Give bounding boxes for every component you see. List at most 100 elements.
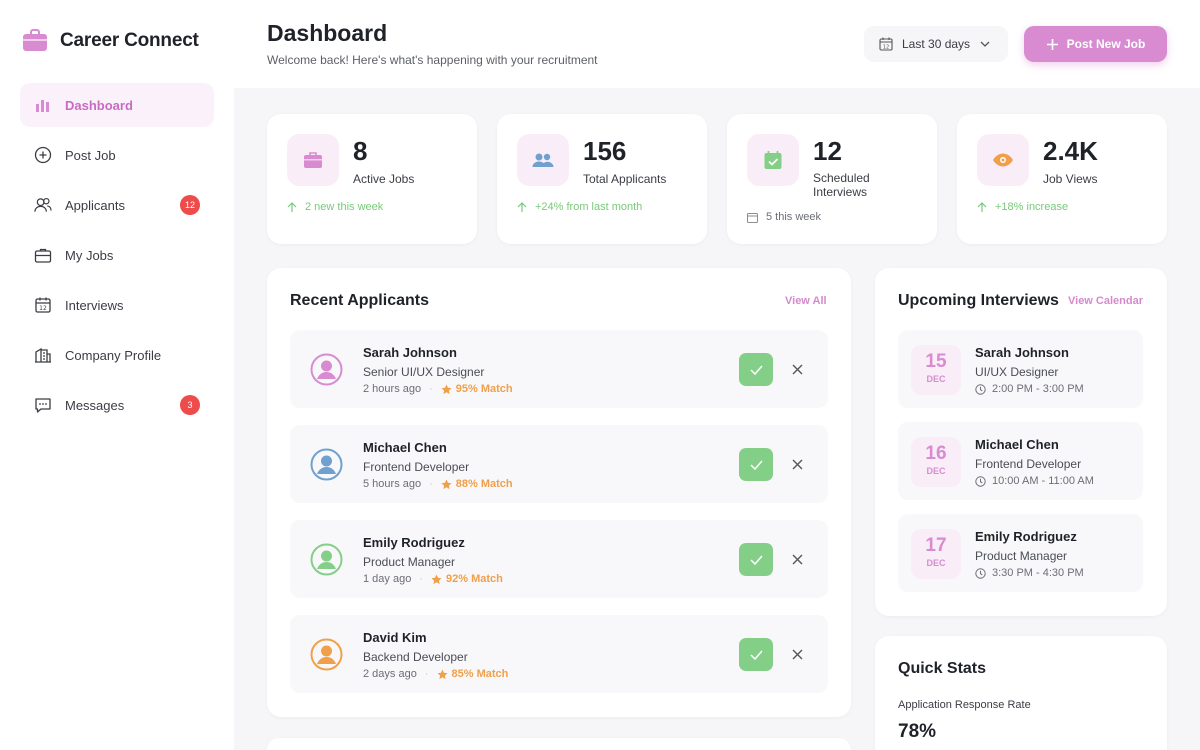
match-score: 95% Match [455,383,513,395]
applicant-name: David Kim [363,630,427,645]
applicant-row[interactable]: Michael Chen Frontend Developer 5 hours … [290,425,828,503]
interview-name: Emily Rodriguez [975,529,1077,544]
svg-text:12: 12 [883,45,889,51]
sidebar-item-label: My Jobs [65,247,114,263]
applicant-row[interactable]: Sarah Johnson Senior UI/UX Designer 2 ho… [290,330,828,408]
response-rate-label: Application Response Rate [898,699,1031,711]
check-icon [749,650,763,660]
interview-role: Product Manager [975,549,1068,563]
separator-dot: · [424,668,429,680]
messages-count-badge: 3 [180,395,200,415]
post-new-job-label: Post New Job [1066,37,1146,51]
arrow-up-icon [287,201,297,213]
interview-time-text: 10:00 AM - 11:00 AM [992,475,1094,487]
separator-dot: · [419,573,423,585]
applicant-role: Backend Developer [363,650,468,664]
quick-stats-panel: Quick Stats Application Response Rate 78… [875,636,1167,750]
sidebar-item-interviews[interactable]: 12 Interviews [20,283,214,327]
user-avatar-icon [310,353,343,386]
interview-month: DEC [926,374,946,384]
stat-value: 2.4K [1043,136,1098,166]
reject-button[interactable] [788,645,806,663]
sidebar-item-dashboard[interactable]: Dashboard [20,83,214,127]
reject-button[interactable] [788,550,806,568]
interview-time-text: 2:00 PM - 3:00 PM [992,383,1084,395]
stat-card-job-views[interactable]: 2.4K Job Views +18% increase [957,114,1167,244]
plus-icon [1046,38,1059,51]
stat-label: Total Applicants [583,172,667,186]
sidebar-item-post-job[interactable]: Post Job [20,133,214,177]
match-score: 92% Match [446,573,503,585]
close-icon [792,364,802,374]
applicant-meta: 2 hours ago · 95% Match [363,383,513,395]
accept-button[interactable] [739,638,773,671]
star-icon [441,479,452,489]
calendar-check-icon [747,134,799,186]
reject-button[interactable] [788,455,806,473]
applicant-row[interactable]: Emily Rodriguez Product Manager 1 day ag… [290,520,828,598]
stat-label: Job Views [1043,172,1098,186]
brand[interactable]: Career Connect [22,28,199,54]
interview-time-text: 3:30 PM - 4:30 PM [992,567,1084,579]
date-range-dropdown[interactable]: 12 Last 30 days [864,26,1008,62]
interview-time: 10:00 AM - 11:00 AM [975,475,1094,487]
view-calendar-link[interactable]: View Calendar [1068,295,1143,307]
interview-month: DEC [926,558,946,568]
stat-trend: +18% increase [977,201,1068,213]
accept-button[interactable] [739,543,773,576]
stat-label: Scheduled Interviews [813,171,870,199]
applicant-name: Michael Chen [363,440,447,455]
sidebar-item-company-profile[interactable]: Company Profile [20,333,214,377]
clock-icon [975,567,986,579]
stat-trend-text: +18% increase [995,201,1069,213]
interview-row[interactable]: 17 DEC Emily Rodriguez Product Manager 3… [898,514,1143,592]
interview-row[interactable]: 16 DEC Michael Chen Frontend Developer 1… [898,422,1143,500]
separator-dot: · [429,478,433,490]
stat-card-scheduled-interviews[interactable]: 12 Scheduled Interviews 5 this week [727,114,937,244]
calendar-icon [747,212,758,223]
view-all-link[interactable]: View All [785,295,827,307]
page-title: Dashboard [267,20,388,46]
interview-name: Michael Chen [975,437,1059,452]
calendar-icon: 12 [34,296,52,314]
applicant-meta: 2 days ago · 85% Match [363,668,508,680]
sidebar-item-messages[interactable]: Messages 3 [20,383,214,427]
upcoming-interviews-panel: Upcoming Interviews View Calendar 15 DEC… [875,268,1167,616]
sidebar-item-label: Interviews [65,297,124,313]
svg-text:12: 12 [39,305,47,312]
stat-trend-text: 2 new this week [305,201,384,213]
stat-label: Active Jobs [353,172,415,186]
sidebar-item-label: Applicants [65,197,125,213]
applicant-name: Emily Rodriguez [363,535,465,550]
accept-button[interactable] [739,353,773,386]
interview-row[interactable]: 15 DEC Sarah Johnson UI/UX Designer 2:00… [898,330,1143,408]
sidebar-item-applicants[interactable]: Applicants 12 [20,183,214,227]
match-score: 85% Match [451,668,509,680]
close-icon [792,459,802,469]
page-header: Dashboard Welcome back! Here's what's ha… [234,0,1200,88]
applicant-row[interactable]: David Kim Backend Developer 2 days ago ·… [290,615,828,693]
interview-month: DEC [926,466,946,476]
stat-value: 12 [813,136,842,166]
next-panel [267,738,851,750]
clock-icon [975,475,986,487]
applicant-role: Frontend Developer [363,460,470,474]
briefcase-icon [287,134,339,186]
stat-card-active-jobs[interactable]: 8 Active Jobs 2 new this week [267,114,477,244]
plus-circle-icon [34,146,52,164]
close-icon [792,554,802,564]
check-icon [749,460,763,470]
recent-applicants-title: Recent Applicants [290,292,429,309]
post-new-job-button[interactable]: Post New Job [1024,26,1167,62]
sidebar-item-label: Messages [65,397,125,413]
match-score: 88% Match [455,478,513,490]
applicant-meta: 1 day ago · 92% Match [363,573,503,585]
stat-card-total-applicants[interactable]: 156 Total Applicants +24% from last mont… [497,114,707,244]
bar-chart-icon [34,96,52,114]
reject-button[interactable] [788,360,806,378]
applicant-meta: 5 hours ago · 88% Match [363,478,513,490]
sidebar-item-my-jobs[interactable]: My Jobs [20,233,214,277]
arrow-up-icon [977,201,987,213]
applied-time: 2 hours ago [363,383,422,395]
accept-button[interactable] [739,448,773,481]
